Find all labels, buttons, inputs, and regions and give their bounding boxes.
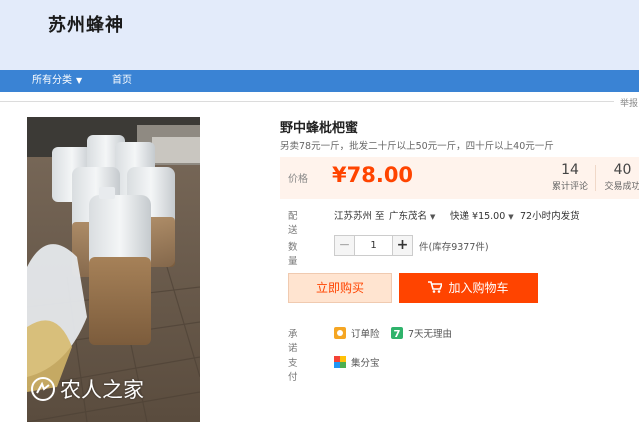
product-title: 野中蜂枇杷蜜 xyxy=(280,121,359,136)
promise-seven-day-return-text: 7天无理由 xyxy=(408,329,453,340)
sales-count: 40 xyxy=(613,162,632,178)
watermark: 农人之家 xyxy=(30,374,144,404)
price-value: ¥78.00 xyxy=(332,163,414,187)
quantity-label: 数量 xyxy=(288,242,298,267)
nav-bar: 所有分类 ▼ 首页 xyxy=(0,70,639,92)
jifenbao-icon xyxy=(334,356,346,368)
sales-label: 交易成功 xyxy=(604,182,639,192)
watermark-logo-icon xyxy=(31,377,55,401)
quantity-decrease-button[interactable]: − xyxy=(334,235,355,256)
dispatch-time: 72小时内发货 xyxy=(520,211,580,222)
reviews-count: 14 xyxy=(561,162,579,178)
svg-text:7: 7 xyxy=(394,329,401,339)
add-to-cart-label: 加入购物车 xyxy=(448,281,509,295)
caret-down-icon: ▼ xyxy=(508,213,514,221)
caret-down-icon: ▼ xyxy=(76,76,83,85)
quantity-input[interactable]: 1 xyxy=(355,235,392,256)
shop-name[interactable]: 苏州蜂神 xyxy=(48,11,124,37)
payment-jifenbao[interactable]: 集分宝 xyxy=(334,355,380,369)
add-to-cart-button[interactable]: 加入购物车 xyxy=(399,273,538,303)
shipping-destination-dropdown[interactable]: 广东茂名 ▼ xyxy=(389,208,435,222)
shipping-from: 江苏苏州 至 xyxy=(334,211,385,222)
cart-icon xyxy=(428,281,443,293)
order-insurance-icon xyxy=(334,327,346,339)
report-link[interactable]: 举报 xyxy=(620,96,638,109)
seven-day-return-icon: 7 xyxy=(391,327,403,339)
payment-label: 支付 xyxy=(288,358,298,383)
sales-stat[interactable]: 40 交易成功 xyxy=(600,162,639,192)
payment-jifenbao-text: 集分宝 xyxy=(351,358,380,369)
watermark-text: 农人之家 xyxy=(60,378,144,402)
promise-label: 承诺 xyxy=(288,329,298,354)
promise-order-insurance[interactable]: 订单险 xyxy=(334,326,380,340)
price-panel: 价格 ¥78.00 14 累计评论 40 交易成功 xyxy=(280,157,639,199)
promise-order-insurance-text: 订单险 xyxy=(351,329,380,340)
content-divider xyxy=(0,101,614,102)
price-label: 价格 xyxy=(288,174,308,185)
shipping-label: 配送 xyxy=(288,211,298,236)
shipping-destination: 广东茂名 xyxy=(389,211,428,222)
nav-all-categories[interactable]: 所有分类 ▼ xyxy=(32,70,82,92)
shipping-method-dropdown[interactable]: 快递 ¥15.00 ▼ xyxy=(450,208,514,222)
buy-now-button[interactable]: 立即购买 xyxy=(288,273,392,303)
quantity-increase-button[interactable]: + xyxy=(392,235,413,256)
reviews-stat[interactable]: 14 累计评论 xyxy=(550,162,590,192)
caret-down-icon: ▼ xyxy=(430,213,436,221)
nav-all-categories-label: 所有分类 xyxy=(32,75,72,86)
stat-divider xyxy=(595,165,596,191)
promise-seven-day-return[interactable]: 7 7天无理由 xyxy=(391,326,452,340)
shipping-method: 快递 ¥15.00 xyxy=(450,211,506,222)
nav-home[interactable]: 首页 xyxy=(112,70,132,92)
quantity-stock: 件(库存9377件) xyxy=(419,242,489,253)
reviews-label: 累计评论 xyxy=(551,182,588,192)
shop-header: 苏州蜂神 xyxy=(0,0,639,70)
product-subtitle: 另卖78元一斤，批发二十斤以上50元一斤，四十斤以上40元一斤 xyxy=(280,141,554,152)
